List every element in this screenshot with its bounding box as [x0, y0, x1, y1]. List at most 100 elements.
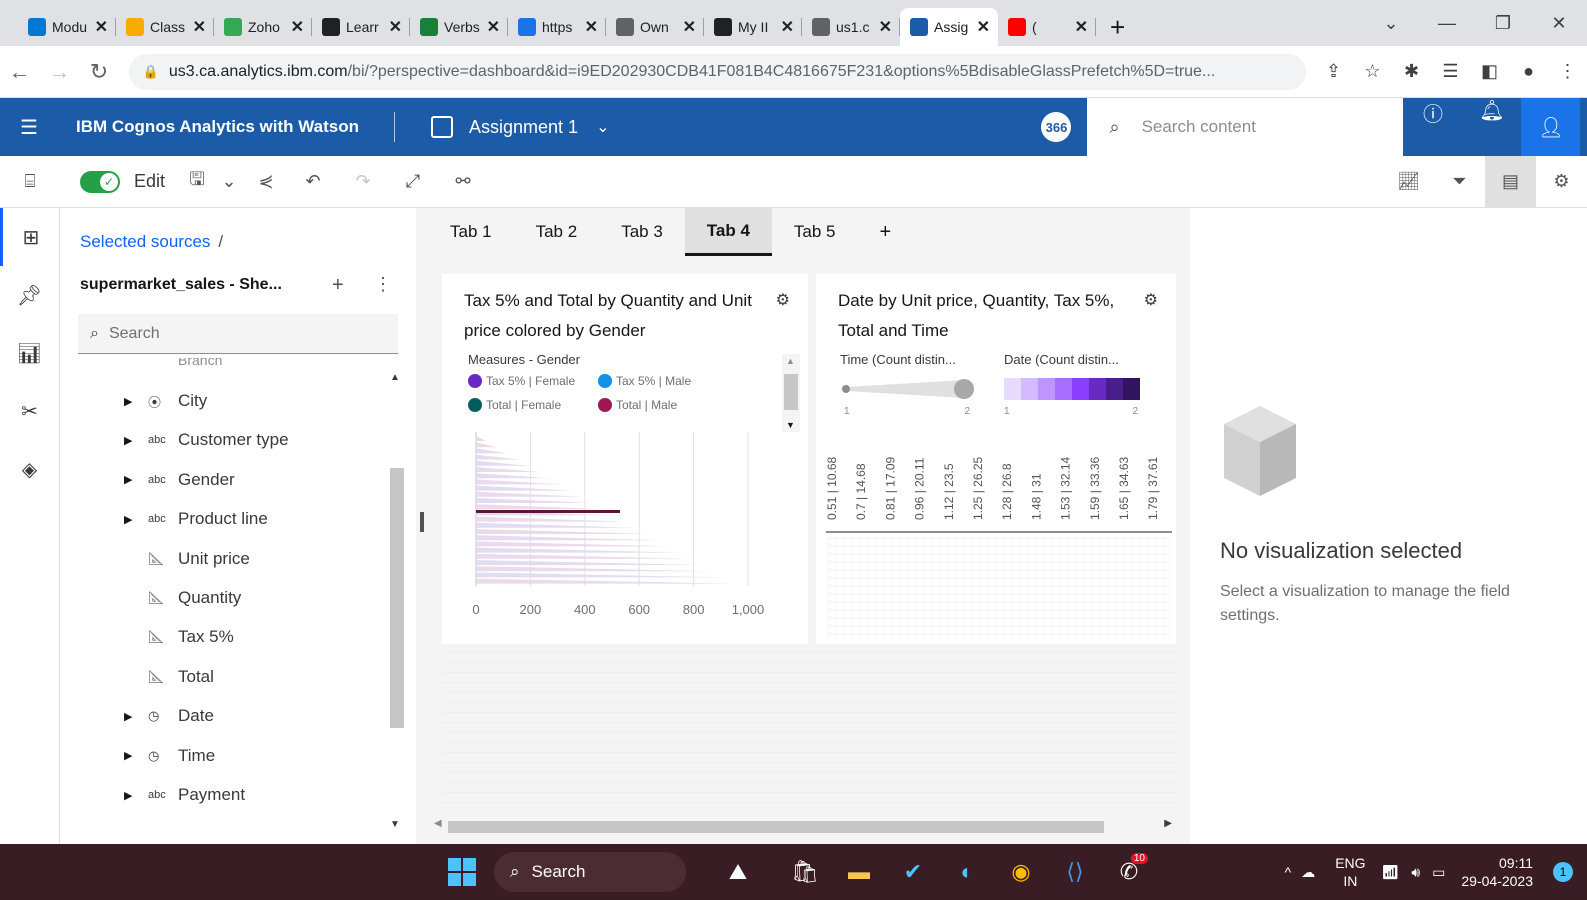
visualization-card-tax-total[interactable]: Tax 5% and Total by Quantity and Unit pr… — [442, 274, 808, 644]
browser-tab[interactable]: Assig ✕ — [900, 8, 998, 46]
settings-sliders-icon[interactable]: ⚙ — [1536, 156, 1587, 208]
tree-item[interactable]: ▶ abc Customer type — [80, 425, 289, 455]
save-dropdown-chevron-icon[interactable]: ⌄ — [214, 171, 244, 192]
scroll-up-icon[interactable]: ▲ — [390, 372, 400, 383]
reload-icon[interactable]: ↻ — [79, 59, 119, 85]
url-field[interactable]: 🔒 us3.ca.analytics.ibm.com /bi/?perspect… — [128, 53, 1306, 90]
tree-item[interactable]: ▶ ◷ Time — [80, 741, 215, 771]
bookmark-star-icon[interactable]: ☆ — [1353, 61, 1392, 82]
watson-badge[interactable]: 366 — [1041, 112, 1072, 142]
expand-caret-icon[interactable]: ▶ — [124, 749, 140, 762]
help-icon[interactable]: ⓘ — [1403, 98, 1462, 156]
notification-bell-icon[interactable]: 🔔︎ — [1462, 98, 1521, 156]
tree-item[interactable]: ▶ abc Payment — [80, 780, 245, 810]
browser-tab[interactable]: Learr ✕ — [312, 8, 410, 46]
assistant-icon[interactable]: ◈ — [0, 440, 59, 498]
browser-tab[interactable]: Verbs ✕ — [410, 8, 508, 46]
share-dashboard-icon[interactable]: ⋞ — [244, 171, 288, 192]
share-icon[interactable]: ⇪ — [1314, 61, 1353, 82]
close-tab-icon[interactable]: ✕ — [389, 17, 402, 37]
widgets-icon[interactable]: ✂ — [0, 382, 59, 440]
scroll-down-icon[interactable]: ▼ — [390, 819, 400, 830]
tree-item[interactable]: ▶ ⦿ City — [80, 386, 207, 416]
taskbar-search[interactable]: ⌕ Search — [494, 852, 686, 892]
source-scrollbar[interactable]: ▲ ▼ — [386, 372, 404, 830]
chrome-browser-icon[interactable]: ◉ — [994, 859, 1048, 885]
browser-tab[interactable]: Own ✕ — [606, 8, 704, 46]
onedrive-cloud-icon[interactable]: ☁ — [1301, 864, 1315, 881]
browser-tab[interactable]: (✕ — [998, 8, 1096, 46]
selected-sources-link[interactable]: Selected sources — [80, 232, 210, 251]
chart-icon[interactable]: 📈︎ — [1383, 156, 1434, 208]
pin-icon[interactable]: 📌︎ — [0, 266, 59, 324]
scroll-right-icon[interactable]: ▶ — [1164, 818, 1172, 829]
more-options-icon[interactable]: ⋮ — [374, 274, 392, 295]
scroll-left-icon[interactable]: ◀ — [434, 818, 442, 829]
close-tab-icon[interactable]: ✕ — [781, 17, 794, 37]
save-icon[interactable]: 🖫 — [180, 167, 214, 197]
restore-icon[interactable]: ❐ — [1475, 13, 1531, 34]
bar-chart[interactable]: 0 200 400 600 800 1,000 — [442, 274, 808, 644]
store-icon[interactable]: 🛍︎ — [778, 859, 832, 885]
tab-1[interactable]: Tab 1 — [428, 208, 514, 256]
close-tab-icon[interactable]: ✕ — [95, 17, 108, 37]
tree-item[interactable]: ▶ ◷ Date — [80, 701, 214, 731]
tree-item[interactable]: ▶ abc Product line — [80, 504, 268, 534]
close-tab-icon[interactable]: ✕ — [585, 17, 598, 37]
todo-check-icon[interactable]: ✔ — [886, 859, 940, 885]
close-tab-icon[interactable]: ✕ — [291, 17, 304, 37]
browser-tab[interactable]: Class ✕ — [116, 8, 214, 46]
data-sources-icon[interactable]: ⊞ — [0, 208, 59, 266]
close-window-icon[interactable]: ✕ — [1531, 13, 1587, 34]
windows-start-icon[interactable] — [448, 858, 476, 886]
vscode-icon[interactable]: ⟨⟩ — [1048, 859, 1102, 885]
tab-4[interactable]: Tab 4 — [684, 208, 772, 256]
widgets-landscape-icon[interactable]: ⛰ — [698, 859, 778, 885]
browser-tab[interactable]: Modu ✕ — [18, 8, 116, 46]
tree-item[interactable]: 📐︎ Quantity — [80, 583, 241, 613]
fullscreen-icon[interactable]: ⤢ — [388, 171, 438, 192]
visualizations-icon[interactable]: 📊︎ — [0, 324, 59, 382]
visualization-card-date-heatmap[interactable]: Date by Unit price, Quantity, Tax 5%, To… — [816, 274, 1176, 644]
expand-caret-icon[interactable]: ▶ — [124, 473, 140, 486]
tree-item[interactable]: ▶ abc Gender — [80, 465, 235, 495]
battery-icon[interactable]: ▭ — [1432, 864, 1445, 881]
tree-item-partial[interactable]: Branch — [80, 358, 222, 368]
close-tab-icon[interactable]: ✕ — [977, 17, 990, 37]
expand-caret-icon[interactable]: ▶ — [124, 710, 140, 723]
notification-count-badge[interactable]: 1 — [1553, 862, 1573, 882]
expand-caret-icon[interactable]: ▶ — [124, 513, 140, 526]
browser-tab[interactable]: My II ✕ — [704, 8, 802, 46]
profile-avatar-icon[interactable]: ● — [1509, 61, 1548, 82]
edit-toggle[interactable] — [80, 170, 120, 193]
browser-tab[interactable]: us1.c ✕ — [802, 8, 900, 46]
add-tab-button[interactable]: + — [858, 208, 914, 256]
tab-search-icon[interactable]: ⌄ — [1363, 13, 1419, 34]
dashboard-name[interactable]: Assignment 1 — [469, 117, 578, 138]
properties-panel-icon[interactable]: ▤ — [1485, 155, 1536, 208]
heatmap-chart[interactable]: 1 2 1 2 0.51 | 10.68 0.7 | 14.68 0.81 | 17.09 0… — [816, 274, 1176, 644]
add-source-icon[interactable]: + — [332, 274, 344, 297]
browser-tab[interactable]: Zoho ✕ — [214, 8, 312, 46]
minimize-icon[interactable]: — — [1419, 13, 1475, 34]
relationships-icon[interactable]: ⚯ — [438, 171, 488, 192]
user-icon[interactable]: 👤︎ — [1521, 98, 1581, 156]
tab-3[interactable]: Tab 3 — [599, 208, 685, 256]
tab-2[interactable]: Tab 2 — [514, 208, 600, 256]
volume-icon[interactable]: 🔊︎ — [1411, 864, 1420, 881]
close-tab-icon[interactable]: ✕ — [193, 17, 206, 37]
wifi-icon[interactable]: 📶︎ — [1382, 864, 1400, 881]
filter-icon[interactable]: ⏷ — [1434, 156, 1485, 208]
canvas-horizontal-scrollbar[interactable]: ◀ ▶ — [434, 818, 1182, 834]
tab-5[interactable]: Tab 5 — [772, 208, 858, 256]
edge-browser-icon[interactable]: ◐ — [940, 859, 994, 885]
reading-list-icon[interactable]: ☰ — [1431, 61, 1470, 82]
new-tab-button[interactable]: + — [1096, 8, 1139, 46]
file-explorer-icon[interactable]: ▬ — [832, 859, 886, 885]
tree-item[interactable]: 📐︎ Total — [80, 662, 214, 692]
close-tab-icon[interactable]: ✕ — [487, 17, 500, 37]
source-name[interactable]: supermarket_sales - She... — [80, 276, 282, 294]
side-panel-icon[interactable]: ◧ — [1470, 61, 1509, 82]
empty-canvas-area[interactable] — [442, 652, 1176, 812]
browser-tab[interactable]: https ✕ — [508, 8, 606, 46]
